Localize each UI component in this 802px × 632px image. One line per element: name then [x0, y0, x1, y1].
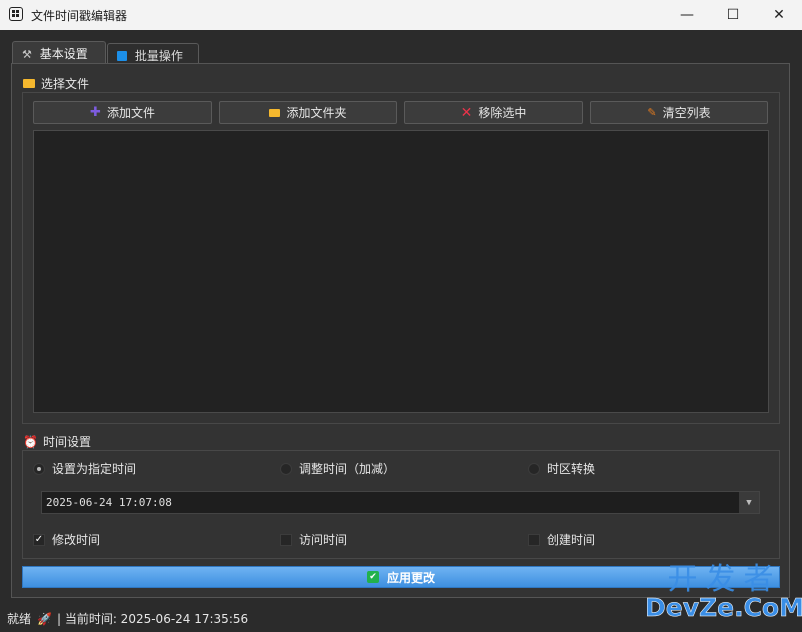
- checkbox-box[interactable]: [528, 533, 540, 546]
- checkmark-icon[interactable]: ✓: [33, 533, 45, 546]
- tab-basic-settings[interactable]: ⚒ 基本设置: [12, 41, 106, 64]
- creation-time-checkbox[interactable]: 创建时间: [528, 531, 595, 548]
- folder-icon: [269, 108, 281, 117]
- file-list[interactable]: [33, 130, 769, 413]
- dropdown-arrow-icon[interactable]: ▼: [739, 492, 759, 513]
- radio-indicator[interactable]: [528, 462, 540, 475]
- add-folder-button[interactable]: 添加文件夹: [219, 101, 397, 124]
- tab-label: 批量操作: [134, 49, 183, 63]
- check-icon: ✔: [366, 571, 379, 583]
- tab-batch-operations[interactable]: 批量操作: [107, 43, 199, 65]
- access-time-checkbox[interactable]: 访问时间: [280, 531, 347, 548]
- checkbox-box[interactable]: [280, 533, 292, 546]
- datetime-input[interactable]: 2025-06-24 17:07:08 ▼: [41, 491, 760, 514]
- app-icon: [9, 7, 23, 21]
- add-file-button[interactable]: ✚ 添加文件: [33, 101, 212, 124]
- mode-timezone-radio[interactable]: 时区转换: [528, 460, 595, 477]
- mode-set-specific-radio[interactable]: 设置为指定时间: [33, 460, 136, 477]
- clear-list-button[interactable]: ✎ 清空列表: [590, 101, 768, 124]
- minimize-button[interactable]: —: [664, 0, 710, 30]
- broom-icon: ✎: [647, 106, 657, 119]
- alarm-clock-icon: ⏰: [23, 435, 38, 449]
- current-time-label: | 当前时间: 2025-06-24 17:35:56: [56, 612, 249, 626]
- radio-indicator[interactable]: [280, 462, 292, 475]
- status-ready: 就绪: [7, 612, 32, 626]
- rocket-icon: 🚀: [37, 611, 52, 626]
- title-bar: 文件时间戳编辑器 — ☐ ✕: [0, 0, 802, 30]
- plus-icon: ✚: [90, 105, 101, 120]
- maximize-button[interactable]: ☐: [710, 0, 756, 30]
- time-section-title: ⏰ 时间设置: [23, 435, 91, 449]
- grid-icon: [117, 51, 127, 61]
- wrench-icon: ⚒: [22, 48, 32, 61]
- remove-selected-button[interactable]: ✕ 移除选中: [404, 101, 583, 124]
- radio-indicator[interactable]: [33, 462, 45, 475]
- watermark-line1: 开发者: [667, 562, 782, 597]
- modified-time-checkbox[interactable]: ✓ 修改时间: [33, 531, 100, 548]
- file-section-title: 选择文件: [23, 75, 89, 92]
- watermark-line2: DevZe.CoM: [645, 593, 802, 622]
- close-button[interactable]: ✕: [756, 0, 802, 30]
- folder-icon: [23, 79, 35, 88]
- mode-adjust-radio[interactable]: 调整时间（加减）: [280, 460, 395, 477]
- cross-icon: ✕: [460, 104, 473, 121]
- window-title: 文件时间戳编辑器: [31, 9, 128, 23]
- watermark-logo: 开发者 DevZe.CoM: [645, 562, 802, 622]
- tab-label: 基本设置: [39, 47, 88, 61]
